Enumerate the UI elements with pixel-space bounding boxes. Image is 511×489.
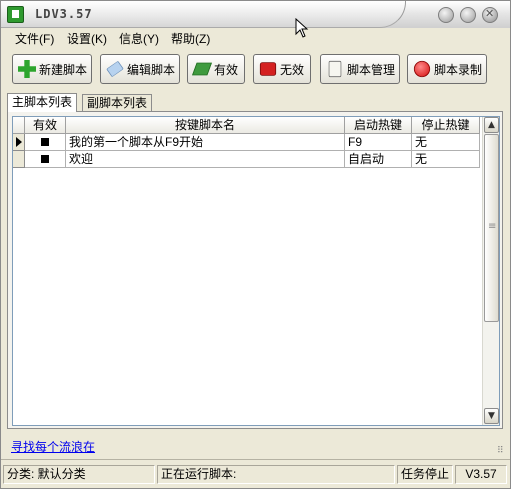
script-table: 有效 按键脚本名 启动热键 停止热键 我的第一个脚本从F9开始 F9 无 欢迎 … xyxy=(12,116,500,426)
tab-sub-scripts[interactable]: 副脚本列表 xyxy=(82,94,153,111)
resize-grip-icon[interactable]: ⠿ xyxy=(497,446,507,456)
title-bar[interactable]: LDV3.57 xyxy=(1,1,510,28)
green-book-icon xyxy=(192,62,212,76)
tab-main-scripts[interactable]: 主脚本列表 xyxy=(7,93,78,112)
menu-bar: 文件(F) 设置(K) 信息(Y) 帮助(Z) xyxy=(1,28,510,47)
menu-settings[interactable]: 设置(K) xyxy=(67,30,107,47)
edit-script-button[interactable]: 编辑脚本 xyxy=(100,54,180,84)
close-button[interactable] xyxy=(482,7,498,23)
status-bar: 分类: 默认分类 正在运行脚本: 任务停止 V3.57 xyxy=(1,459,510,488)
new-script-button[interactable]: 新建脚本 xyxy=(12,54,92,84)
start-hotkey-cell[interactable]: 自启动 xyxy=(345,151,412,168)
script-name-cell[interactable]: 欢迎 xyxy=(66,151,345,168)
scroll-down-button[interactable]: ▼ xyxy=(484,408,499,424)
scroll-up-button[interactable]: ▲ xyxy=(484,117,499,133)
enabled-cell[interactable] xyxy=(25,134,66,151)
status-version: V3.57 xyxy=(455,465,507,484)
enable-label: 有效 xyxy=(214,62,239,77)
start-hotkey-cell[interactable]: F9 xyxy=(345,134,412,151)
scroll-thumb[interactable] xyxy=(484,134,499,322)
tab-panel: 有效 按键脚本名 启动热键 停止热键 我的第一个脚本从F9开始 F9 无 欢迎 … xyxy=(7,111,503,429)
header-start-hotkey[interactable]: 启动热键 xyxy=(345,117,412,134)
plus-icon xyxy=(18,60,36,78)
disable-label: 无效 xyxy=(280,62,305,77)
header-script-name[interactable]: 按键脚本名 xyxy=(66,117,345,134)
menu-info[interactable]: 信息(Y) xyxy=(119,30,159,47)
minimize-button[interactable] xyxy=(438,7,454,23)
document-icon xyxy=(328,60,342,78)
status-task-state: 任务停止 xyxy=(397,465,453,484)
pencil-icon xyxy=(106,60,124,78)
stop-hotkey-cell[interactable]: 无 xyxy=(412,151,480,168)
toolbar: 新建脚本 编辑脚本 有效 无效 脚本管理 脚本录制 xyxy=(1,49,510,89)
stop-hotkey-cell[interactable]: 无 xyxy=(412,134,480,151)
enabled-cell[interactable] xyxy=(25,151,66,168)
header-stop-hotkey[interactable]: 停止热键 xyxy=(412,117,480,134)
disable-button[interactable]: 无效 xyxy=(253,54,311,84)
maximize-button[interactable] xyxy=(460,7,476,23)
row-indicator xyxy=(13,151,25,168)
status-running: 正在运行脚本: xyxy=(157,465,395,484)
new-script-label: 新建脚本 xyxy=(39,62,88,77)
table-row[interactable]: 我的第一个脚本从F9开始 F9 无 xyxy=(13,134,482,151)
header-indicator xyxy=(13,117,25,134)
red-book-icon xyxy=(259,62,277,76)
menu-help[interactable]: 帮助(Z) xyxy=(171,30,210,47)
record-script-button[interactable]: 脚本录制 xyxy=(407,54,487,84)
enabled-check xyxy=(41,155,49,163)
record-script-label: 脚本录制 xyxy=(434,62,483,77)
menu-file[interactable]: 文件(F) xyxy=(15,30,54,47)
status-category: 分类: 默认分类 xyxy=(3,465,155,484)
app-icon[interactable] xyxy=(7,6,24,23)
window-title: LDV3.57 xyxy=(35,7,93,21)
vertical-scrollbar[interactable]: ▲ ▼ xyxy=(482,117,499,425)
header-enabled[interactable]: 有效 xyxy=(25,117,66,134)
row-indicator xyxy=(13,134,25,151)
record-icon xyxy=(413,60,431,78)
script-manage-label: 脚本管理 xyxy=(347,62,396,77)
script-name-cell[interactable]: 我的第一个脚本从F9开始 xyxy=(66,134,345,151)
app-window: LDV3.57 文件(F) 设置(K) 信息(Y) 帮助(Z) 新建脚本 编辑脚… xyxy=(0,0,511,489)
table-row[interactable]: 欢迎 自启动 无 xyxy=(13,151,482,168)
enabled-check xyxy=(41,138,49,146)
enable-button[interactable]: 有效 xyxy=(187,54,245,84)
edit-script-label: 编辑脚本 xyxy=(127,62,176,77)
homepage-link[interactable]: 寻找每个流浪在 xyxy=(11,438,95,455)
script-manage-button[interactable]: 脚本管理 xyxy=(320,54,400,84)
